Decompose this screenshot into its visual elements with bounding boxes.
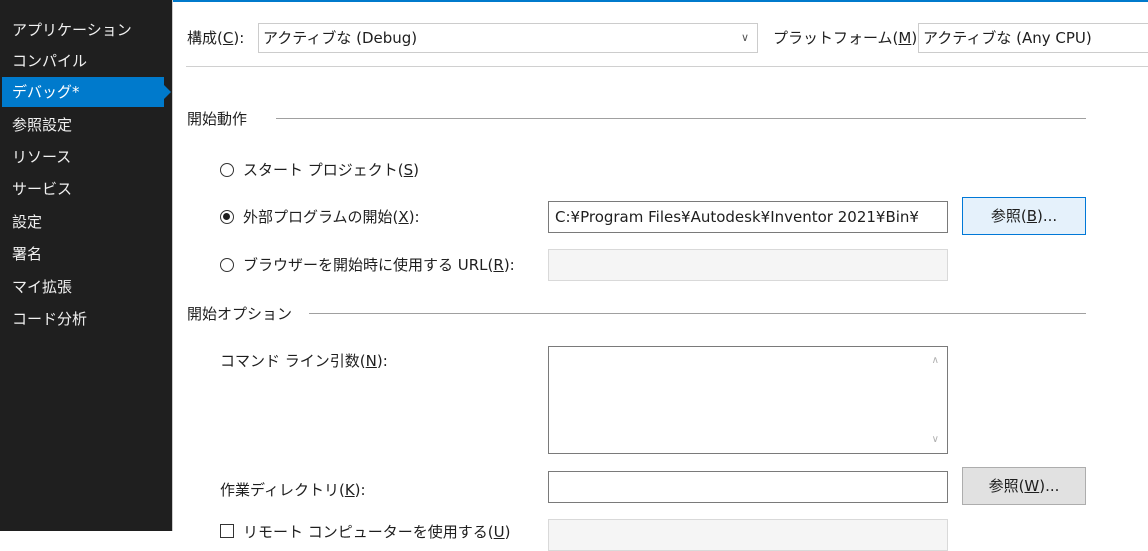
sidebar-item-compile[interactable]: コンパイル [2, 46, 164, 76]
platform-label: プラットフォーム(M): [773, 29, 923, 47]
command-line-textarea[interactable]: ∧ ∨ [548, 346, 948, 454]
sidebar-item-application[interactable]: アプリケーション [2, 15, 164, 45]
toolbar-separator [186, 66, 1148, 67]
scroll-down-icon[interactable]: ∨ [932, 434, 939, 445]
external-program-path: C:¥Program Files¥Autodesk¥Inventor 2021¥… [555, 208, 919, 226]
sidebar-item-settings[interactable]: 設定 [2, 207, 164, 237]
browser-url-input[interactable] [548, 249, 948, 281]
start-action-rule [276, 118, 1086, 119]
config-label: 構成(C): [187, 29, 245, 47]
sidebar-item-my-extensions[interactable]: マイ拡張 [2, 272, 164, 302]
start-project-radio[interactable] [220, 163, 234, 177]
sidebar-item-resources[interactable]: リソース [2, 142, 164, 172]
remote-machine-label: リモート コンピューターを使用する(U) [243, 523, 511, 541]
sidebar: アプリケーション コンパイル デバッグ* 参照設定 リソース サービス 設定 署… [0, 0, 172, 531]
chevron-down-icon: ∨ [740, 31, 749, 44]
remote-machine-checkbox[interactable] [220, 524, 234, 538]
sidebar-item-services[interactable]: サービス [2, 174, 164, 204]
working-dir-label: 作業ディレクトリ(K): [220, 481, 366, 499]
browse-workdir-button[interactable]: 参照(W)... [962, 467, 1086, 505]
browser-url-label: ブラウザーを開始時に使用する URL(R): [243, 256, 515, 274]
sidebar-item-signing[interactable]: 署名 [2, 239, 164, 269]
sidebar-item-code-analysis[interactable]: コード分析 [2, 304, 164, 334]
sidebar-divider [172, 0, 173, 531]
scroll-up-icon[interactable]: ∧ [932, 355, 939, 366]
remote-machine-input[interactable] [548, 519, 948, 551]
command-line-label: コマンド ライン引数(N): [220, 352, 388, 370]
external-program-radio[interactable] [220, 210, 234, 224]
start-options-rule [309, 313, 1086, 314]
working-dir-input[interactable] [548, 471, 948, 503]
external-program-label: 外部プログラムの開始(X): [243, 208, 420, 226]
start-project-label: スタート プロジェクト(S) [243, 161, 420, 179]
start-action-header: 開始動作 [187, 110, 248, 128]
config-dropdown[interactable]: アクティブな (Debug) ∨ [258, 23, 758, 53]
platform-value: アクティブな (Any CPU) [923, 29, 1092, 47]
start-options-header: 開始オプション [187, 305, 293, 323]
sidebar-item-references[interactable]: 参照設定 [2, 110, 164, 140]
browser-url-radio[interactable] [220, 258, 234, 272]
external-program-input[interactable]: C:¥Program Files¥Autodesk¥Inventor 2021¥… [548, 201, 948, 233]
platform-dropdown[interactable]: アクティブな (Any CPU) [918, 23, 1148, 53]
sidebar-item-debug[interactable]: デバッグ* [2, 77, 171, 107]
browse-program-button[interactable]: 参照(B)... [962, 197, 1086, 235]
config-value: アクティブな (Debug) [263, 29, 418, 47]
